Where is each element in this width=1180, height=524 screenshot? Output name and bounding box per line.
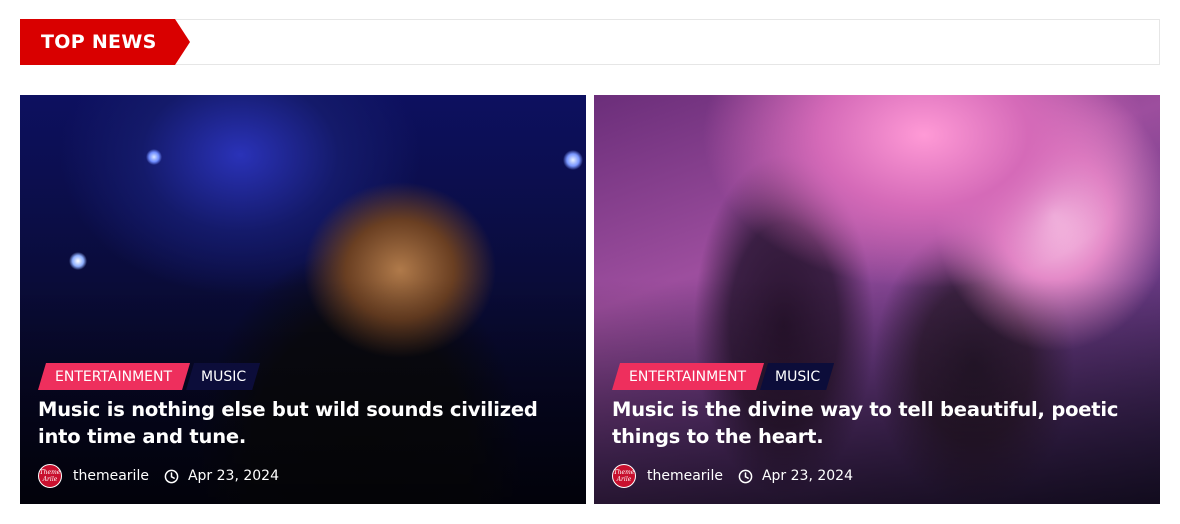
category-tag-entertainment[interactable]: ENTERTAINMENT [38, 363, 190, 390]
category-tags: ENTERTAINMENT MUSIC [612, 363, 1142, 390]
category-tag-music[interactable]: MUSIC [760, 363, 834, 390]
article-title-link[interactable]: Music is nothing else but wild sounds ci… [38, 396, 568, 450]
clock-icon [738, 469, 753, 483]
article-meta: Theme Arile themearile Apr 23, 2024 [612, 463, 1142, 489]
category-tag-music[interactable]: MUSIC [186, 363, 260, 390]
category-tag-entertainment[interactable]: ENTERTAINMENT [612, 363, 764, 390]
article-meta: Theme Arile themearile Apr 23, 2024 [38, 463, 568, 489]
author-avatar[interactable]: Theme Arile [38, 464, 62, 488]
avatar-text-line: Arile [616, 476, 632, 483]
section-title: TOP NEWS [20, 19, 175, 65]
avatar-text-line: Theme [39, 469, 61, 476]
card-content: ENTERTAINMENT MUSIC Music is the divine … [612, 363, 1142, 489]
news-card[interactable]: ENTERTAINMENT MUSIC Music is nothing els… [20, 95, 586, 504]
author-link[interactable]: themearile [647, 468, 723, 484]
author-avatar[interactable]: Theme Arile [612, 464, 636, 488]
article-title-link[interactable]: Music is the divine way to tell beautifu… [612, 396, 1142, 450]
avatar-text-line: Theme [613, 469, 635, 476]
news-card[interactable]: ENTERTAINMENT MUSIC Music is the divine … [594, 95, 1160, 504]
section-title-arrow [175, 19, 190, 65]
post-date-link[interactable]: Apr 23, 2024 [762, 468, 853, 484]
category-tags: ENTERTAINMENT MUSIC [38, 363, 568, 390]
avatar-text-line: Arile [42, 476, 58, 483]
section-header: TOP NEWS [20, 19, 1160, 65]
clock-icon [164, 469, 179, 483]
post-date-link[interactable]: Apr 23, 2024 [188, 468, 279, 484]
card-content: ENTERTAINMENT MUSIC Music is nothing els… [38, 363, 568, 489]
author-link[interactable]: themearile [73, 468, 149, 484]
